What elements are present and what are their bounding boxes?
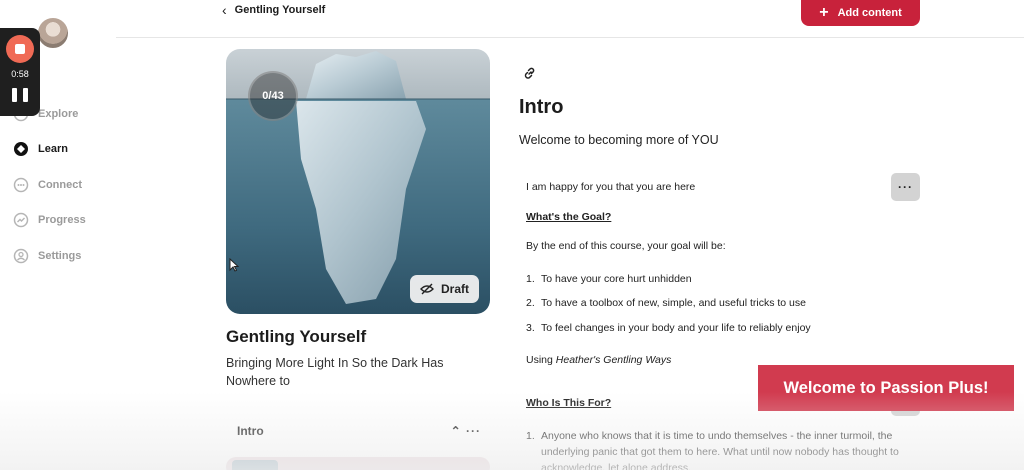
course-title: Gentling Yourself bbox=[226, 327, 367, 346]
list-item: 1. To have your core hurt unhidden bbox=[526, 273, 692, 285]
welcome-toast[interactable]: Welcome to Passion Plus! bbox=[758, 365, 1014, 411]
sidebar-item-label: Connect bbox=[38, 178, 82, 191]
cursor-icon bbox=[229, 258, 239, 272]
chevron-left-icon: ‹ bbox=[222, 2, 227, 18]
top-bar: ‹ Gentling Yourself + Add content bbox=[116, 0, 1024, 38]
goal-intro: By the end of this course, your goal wil… bbox=[526, 240, 726, 252]
course-cover-image[interactable]: 0/43 Draft bbox=[226, 49, 490, 314]
pause-icon[interactable] bbox=[12, 88, 28, 106]
lesson-card[interactable] bbox=[226, 457, 490, 470]
gear-icon bbox=[12, 247, 30, 265]
sidebar-item-connect[interactable]: Connect bbox=[12, 167, 86, 203]
progress-indicator: 0/43 bbox=[248, 71, 298, 121]
section-actions: ⌃ ··· bbox=[451, 424, 481, 438]
sidebar-item-settings[interactable]: Settings bbox=[12, 238, 86, 274]
more-icon[interactable]: ··· bbox=[466, 424, 481, 438]
lesson-heading: Intro bbox=[519, 96, 564, 118]
who-heading: Who Is This For? bbox=[526, 397, 612, 409]
using-line: Using Heather's Gentling Ways bbox=[526, 354, 672, 366]
back-button[interactable]: ‹ Gentling Yourself bbox=[222, 0, 325, 20]
plus-icon: + bbox=[819, 4, 829, 21]
sidebar-item-learn[interactable]: Learn bbox=[12, 132, 86, 168]
stop-record-button[interactable] bbox=[6, 35, 34, 63]
draft-button[interactable]: Draft bbox=[410, 275, 479, 303]
lesson-paragraph: I am happy for you that you are here bbox=[526, 181, 696, 193]
section-label: Intro bbox=[237, 424, 264, 438]
stop-icon bbox=[15, 44, 25, 54]
sidebar-item-progress[interactable]: Progress bbox=[12, 203, 86, 239]
add-content-label: Add content bbox=[837, 7, 902, 19]
chevron-up-icon[interactable]: ⌃ bbox=[451, 424, 462, 438]
record-timer: 0:58 bbox=[11, 69, 29, 79]
sidebar-item-label: Progress bbox=[38, 214, 86, 227]
lesson-thumbnail bbox=[232, 460, 278, 470]
learn-icon bbox=[12, 140, 30, 158]
add-content-button[interactable]: + Add content bbox=[801, 0, 920, 26]
sidebar-nav: Explore Learn Connect Progress Settings bbox=[12, 96, 86, 274]
list-item: 1. Anyone who knows that it is time to un… bbox=[526, 430, 899, 470]
sidebar-item-label: Explore bbox=[38, 107, 79, 120]
section-row-intro[interactable]: Intro ⌃ ··· bbox=[237, 424, 481, 438]
lesson-welcome: Welcome to becoming more of YOU bbox=[519, 133, 719, 147]
trend-icon bbox=[12, 211, 30, 229]
list-item: 2. To have a toolbox of new, simple, and … bbox=[526, 297, 806, 309]
sidebar-item-label: Learn bbox=[38, 143, 68, 156]
screen-recorder: 0:58 bbox=[0, 28, 40, 116]
page-title: Gentling Yourself bbox=[234, 4, 326, 16]
avatar[interactable] bbox=[36, 16, 70, 50]
chat-icon bbox=[12, 176, 30, 194]
sidebar-item-label: Settings bbox=[38, 249, 82, 262]
more-options-button[interactable]: ··· bbox=[891, 173, 920, 201]
list-item: 3. To feel changes in your body and your … bbox=[526, 322, 811, 334]
course-subtitle: Bringing More Light In So the Dark Has N… bbox=[226, 356, 444, 388]
link-icon[interactable] bbox=[524, 66, 536, 84]
draft-label: Draft bbox=[440, 282, 469, 296]
hidden-icon bbox=[419, 283, 434, 295]
goal-heading: What's the Goal? bbox=[526, 211, 612, 223]
